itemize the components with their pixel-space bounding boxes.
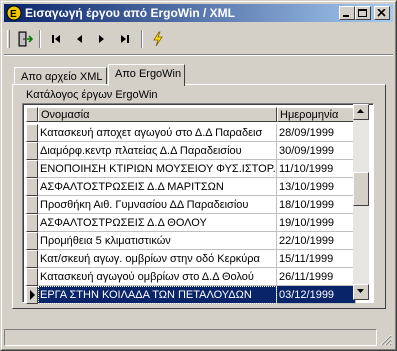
- project-name-cell[interactable]: Κατασκευή αποχετ αγωγού στο Δ.Δ Παραδεισ: [38, 124, 277, 142]
- toolbar-separator: [141, 30, 143, 48]
- import-window: E Εισαγωγή έργου από ErgoWin / XML Απο α…: [0, 0, 397, 351]
- app-icon: E: [6, 5, 22, 21]
- table-row[interactable]: Κατασκευή αποχετ αγωγού στο Δ.Δ Παραδεισ…: [26, 124, 356, 142]
- close-icon: [377, 9, 386, 17]
- project-name-cell[interactable]: Κατ/σκευή αγωγ. ομβρίων στην οδό Κερκύρα: [38, 250, 277, 268]
- project-name-cell[interactable]: ΕΡΓΑ ΣΤΗΝ ΚΟΙΛΑΔΑ ΤΩΝ ΠΕΤΑΛΟΥΔΩΝ: [38, 286, 277, 304]
- next-icon: [99, 35, 104, 43]
- next-record-button[interactable]: [91, 28, 113, 50]
- project-name-cell[interactable]: Διαμόρφ.κεντρ πλατείας Δ.Δ Παραδεισίου: [38, 142, 277, 160]
- row-indicator[interactable]: [26, 142, 38, 160]
- toolbar-separator: [39, 30, 41, 48]
- project-name-cell[interactable]: Κατασκευή αγωγού ομβρίων στο Δ.Δ Θολού: [38, 268, 277, 286]
- header-indicator: [26, 107, 38, 122]
- skip-last-icon: [121, 35, 129, 43]
- current-row-icon: [30, 290, 35, 300]
- row-indicator[interactable]: [26, 214, 38, 232]
- row-indicator[interactable]: [26, 160, 38, 178]
- execute-button[interactable]: [147, 28, 169, 50]
- table-row[interactable]: ΕΡΓΑ ΣΤΗΝ ΚΟΙΛΑΔΑ ΤΩΝ ΠΕΤΑΛΟΥΔΩΝ 03/12/19…: [26, 286, 356, 304]
- toolbar-divider: [4, 54, 393, 56]
- vertical-scrollbar[interactable]: [353, 104, 369, 300]
- table-row[interactable]: ΑΣΦΑΛΤΟΣΤΡΩΣΕΙΣ Δ.Δ ΘΟΛΟΥ 19/10/1999: [26, 214, 356, 232]
- import-door-icon: [18, 31, 33, 47]
- project-name-cell[interactable]: Προσθήκη Αιθ. Γυμνασίου ΔΔ Παραδεισίου: [38, 196, 277, 214]
- prior-record-button[interactable]: [68, 28, 90, 50]
- row-indicator[interactable]: [26, 268, 38, 286]
- maximize-icon: [358, 9, 367, 17]
- first-record-button[interactable]: [45, 28, 67, 50]
- resize-grip-icon[interactable]: [380, 334, 392, 346]
- title-bar[interactable]: E Εισαγωγή έργου από ErgoWin / XML: [4, 4, 393, 22]
- project-date-cell[interactable]: 30/09/1999: [277, 142, 356, 160]
- table-row[interactable]: Κατ/σκευή αγωγ. ομβρίων στην οδό Κερκύρα…: [26, 250, 356, 268]
- projects-grid[interactable]: Ονομασία Ημερομηνία Κατασκευή αποχετ αγω…: [22, 103, 374, 304]
- column-header-date[interactable]: Ημερομηνία: [277, 107, 356, 122]
- svg-text:E: E: [10, 9, 17, 20]
- scroll-down-button[interactable]: [353, 284, 369, 300]
- table-row[interactable]: ΕΝΟΠΟΙΗΣΗ ΚΤΙΡΙΩΝ ΜΟΥΣΕΙΟΥ ΦΥΣ.ΙΣΤΟΡ.ΠΕΤ…: [26, 160, 356, 178]
- projects-list-label: Κατάλογος έργων ErgoWin: [26, 89, 158, 101]
- status-bar: [4, 328, 393, 347]
- project-date-cell[interactable]: 22/10/1999: [277, 232, 356, 250]
- table-row[interactable]: Προσθήκη Αιθ. Γυμνασίου ΔΔ Παραδεισίου 18…: [26, 196, 356, 214]
- column-header-name[interactable]: Ονομασία: [38, 107, 277, 122]
- prior-icon: [77, 35, 82, 43]
- row-indicator[interactable]: [26, 196, 38, 214]
- project-date-cell[interactable]: 26/11/1999: [277, 268, 356, 286]
- status-panel: [4, 329, 377, 346]
- project-name-cell[interactable]: ΑΣΦΑΛΤΟΣΤΡΩΣΕΙΣ Δ.Δ ΘΟΛΟΥ: [38, 214, 277, 232]
- row-indicator[interactable]: [26, 124, 38, 142]
- toolbar-grip[interactable]: [7, 30, 10, 48]
- tab-label: Απο ErgoWin: [115, 68, 182, 80]
- maximize-button[interactable]: [355, 6, 371, 20]
- skip-first-icon: [52, 35, 60, 43]
- scroll-thumb[interactable]: [353, 172, 369, 206]
- project-date-cell[interactable]: 03/12/1999: [277, 286, 356, 304]
- lightning-icon: [153, 31, 163, 47]
- project-date-cell[interactable]: 28/09/1999: [277, 124, 356, 142]
- scroll-up-button[interactable]: [353, 104, 369, 120]
- toolbar: [5, 27, 393, 51]
- table-row[interactable]: Κατασκευή αγωγού ομβρίων στο Δ.Δ Θολού 26…: [26, 268, 356, 286]
- window-title: Εισαγωγή έργου από ErgoWin / XML: [25, 6, 236, 20]
- row-indicator[interactable]: [26, 250, 38, 268]
- table-row[interactable]: Προμήθεια 5 κλιματιστικών 22/10/1999: [26, 232, 356, 250]
- project-date-cell[interactable]: 18/10/1999: [277, 196, 356, 214]
- table-row[interactable]: ΑΣΦΑΛΤΟΣΤΡΩΣΕΙΣ Δ.Δ ΜΑΡΙΤΣΩΝ 13/10/1999: [26, 178, 356, 196]
- project-name-cell[interactable]: ΕΝΟΠΟΙΗΣΗ ΚΤΙΡΙΩΝ ΜΟΥΣΕΙΟΥ ΦΥΣ.ΙΣΤΟΡ.ΠΕΤ: [38, 160, 277, 178]
- project-date-cell[interactable]: 15/11/1999: [277, 250, 356, 268]
- project-name-cell[interactable]: ΑΣΦΑΛΤΟΣΤΡΩΣΕΙΣ Δ.Δ ΜΑΡΙΤΣΩΝ: [38, 178, 277, 196]
- project-date-cell[interactable]: 11/10/1999: [277, 160, 356, 178]
- tab-label: Απο αρχείο XML: [21, 71, 103, 83]
- scroll-up-icon: [357, 109, 364, 113]
- table-row[interactable]: Διαμόρφ.κεντρ πλατείας Δ.Δ Παραδεισίου 30…: [26, 142, 356, 160]
- row-indicator[interactable]: [26, 286, 38, 304]
- project-date-cell[interactable]: 13/10/1999: [277, 178, 356, 196]
- row-indicator[interactable]: [26, 232, 38, 250]
- project-date-cell[interactable]: 19/10/1999: [277, 214, 356, 232]
- project-name-cell[interactable]: Προμήθεια 5 κλιματιστικών: [38, 232, 277, 250]
- close-button[interactable]: [374, 6, 390, 20]
- minimize-button[interactable]: [339, 6, 355, 20]
- scroll-down-icon: [357, 289, 364, 293]
- last-record-button[interactable]: [114, 28, 136, 50]
- minimize-icon: [343, 15, 349, 17]
- tab-ergowin[interactable]: Απο ErgoWin: [108, 64, 185, 86]
- import-button[interactable]: [14, 28, 36, 50]
- row-indicator[interactable]: [26, 178, 38, 196]
